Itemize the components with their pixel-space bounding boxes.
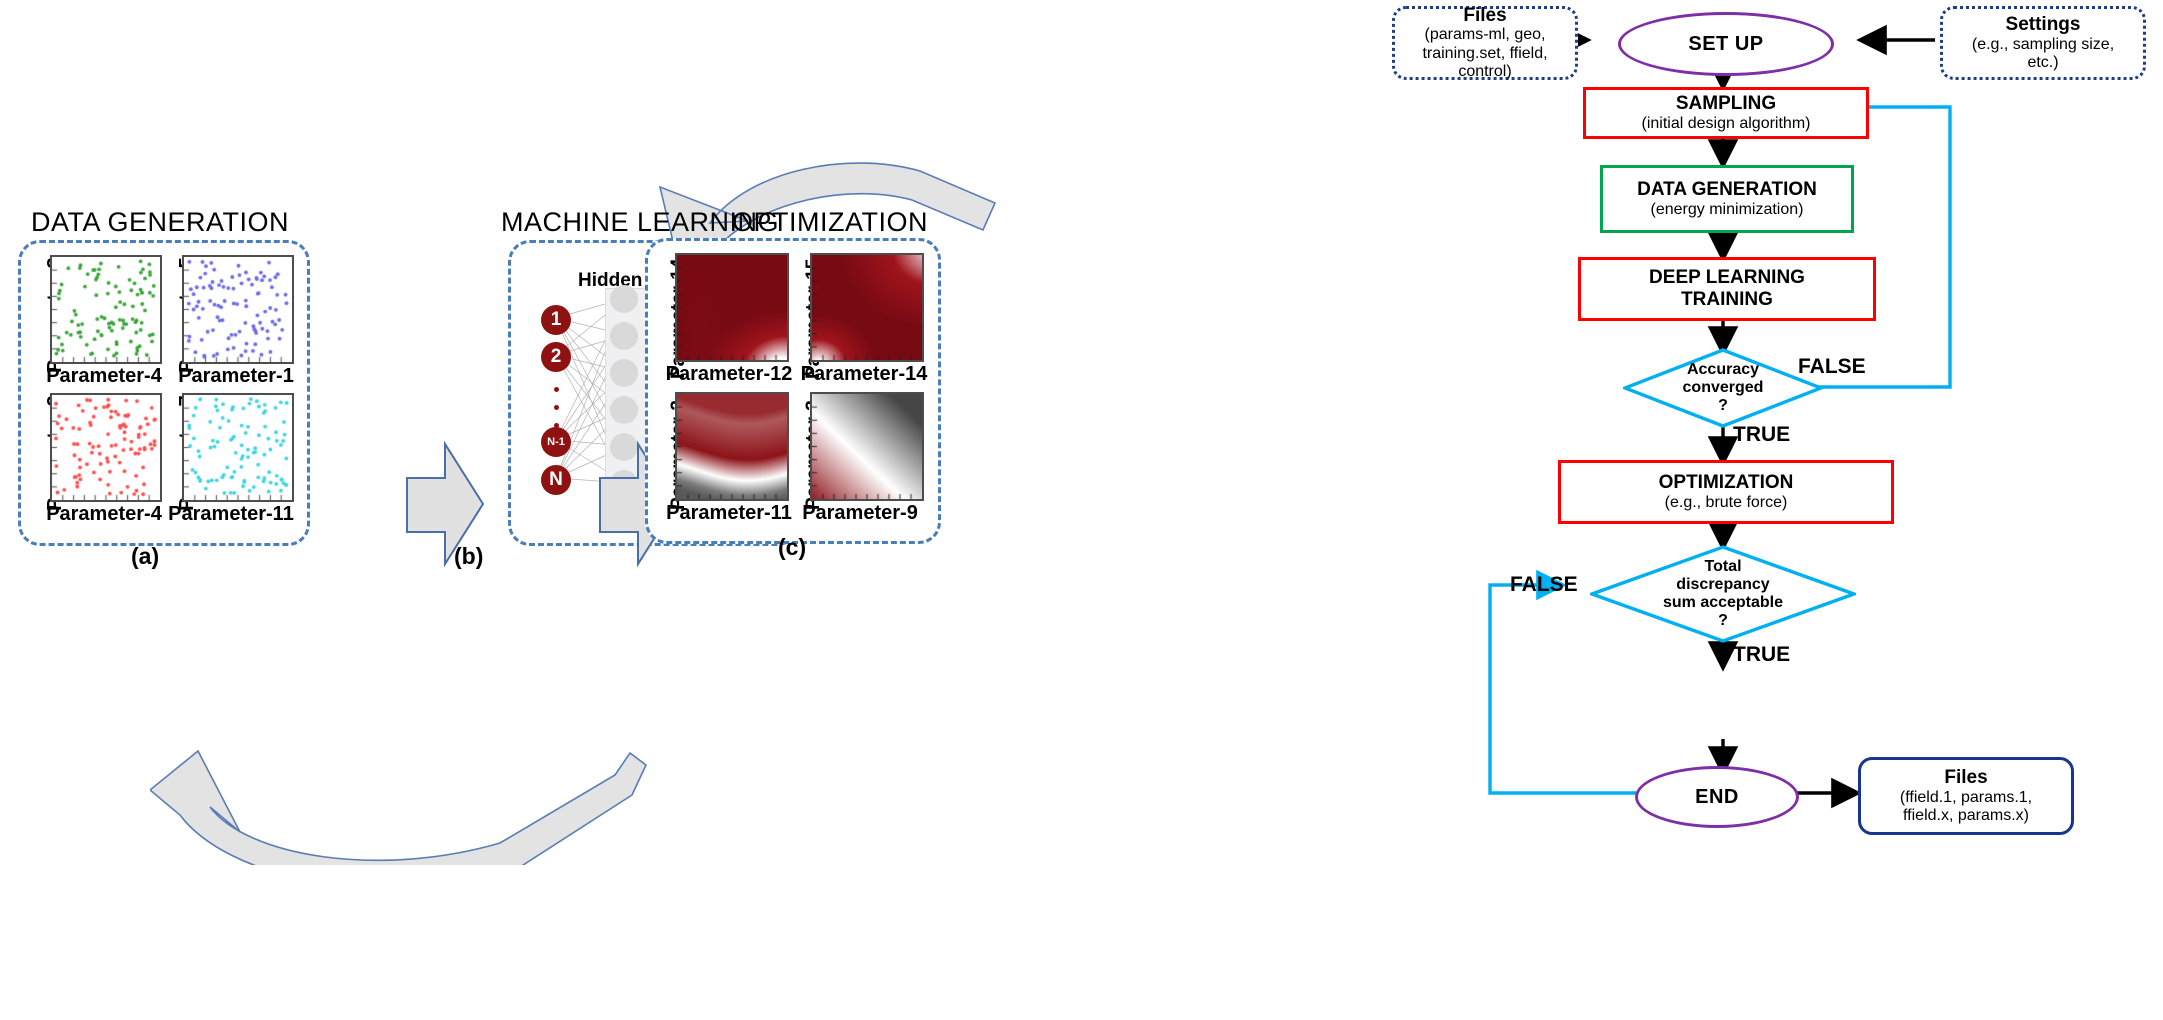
heatmap-plot-4: Parameter-3 Parameter-9 [790,392,928,527]
heatmap-plot-1-axes [675,253,789,362]
accuracy-true-label: TRUE [1733,423,1791,446]
files-input-line-3: control) [1458,63,1512,81]
end-node: END [1635,766,1799,828]
heatmap-plot-4-axes [810,392,924,501]
heatmap-plot-3-axes [675,392,789,501]
scatter-plot-2: Parameter-5 Parameter-1 [162,255,297,390]
heatmap-plot-2-xlabel: Parameter-14 [800,363,928,385]
settings-line-1: (e.g., sampling size, [1971,35,2115,53]
scatter-plot-2-axes [182,255,294,364]
deep-learning-line-2: TRAINING [1681,289,1773,310]
hidden-node [610,396,638,424]
accuracy-line-2: converged [1682,379,1764,397]
sampling-box: SAMPLING (initial design algorithm) [1583,87,1869,139]
scatter-plot-1: Parameter-3 Parameter-4 [30,255,162,390]
accuracy-converged-diamond: Accuracy converged ? [1623,348,1823,428]
input-node-1: 1 [541,305,571,335]
files-output-box: Files (ffield.1, params.1, ffield.x, par… [1858,757,2074,835]
input-node-n: N [541,465,571,495]
scatter-plot-2-xlabel: Parameter-1 [178,365,294,387]
stage-title-optimization: OPTIMIZATION [732,207,928,237]
data-generation-subtitle: (energy minimization) [1650,200,1804,218]
files-output-line-2: ffield.x, params.x) [1903,806,2029,824]
right-flowchart: Files (params-ml, geo, training.set, ffi… [1340,0,2163,1020]
cycle-arrow-bottom [150,749,647,865]
input-ellipsis-dot [554,405,559,410]
hidden-node [610,285,638,313]
accuracy-false-label: FALSE [1798,355,1866,378]
scatter-plot-1-xlabel: Parameter-4 [46,365,162,387]
discrepancy-line-4: ? [1718,611,1728,629]
accuracy-line-1: Accuracy [1686,361,1760,379]
settings-box: Settings (e.g., sampling size, etc.) [1940,6,2146,80]
input-ellipsis-dot [554,387,559,392]
files-input-box: Files (params-ml, geo, training.set, ffi… [1392,4,1578,81]
hidden-node [610,322,638,350]
optimization-subtitle: (e.g., brute force) [1664,493,1788,511]
accuracy-line-3: ? [1718,396,1728,414]
deep-learning-line-1: DEEP LEARNING [1649,267,1805,289]
deep-learning-training-box: DEEP LEARNING TRAINING [1578,257,1876,321]
total-discrepancy-diamond: Total discrepancy sum acceptable ? [1590,545,1856,643]
scatter-plot-4-axes [182,393,294,502]
heatmap-plot-2-axes [810,253,924,362]
discrepancy-line-2: discrepancy [1676,576,1770,594]
left-workflow-diagram: DATA GENERATION Parameter-3 Parameter-4 … [0,0,1340,1020]
panel-letter-c: (c) [778,534,807,560]
input-node-2: 2 [541,342,571,372]
stage-title-data-generation: DATA GENERATION [30,207,290,237]
hidden-node [610,359,638,387]
sampling-title: SAMPLING [1675,92,1777,114]
scatter-plot-1-axes [50,255,162,364]
panel-letter-b: (b) [454,543,484,569]
discrepancy-false-label: FALSE [1510,573,1578,596]
setup-node: SET UP [1618,12,1834,76]
scatter-plot-3-xlabel: Parameter-4 [46,503,162,525]
files-input-line-2: training.set, ffield, [1422,44,1548,62]
data-generation-title: DATA GENERATION [1637,178,1817,200]
heatmap-plot-1-xlabel: Parameter-12 [665,363,793,385]
scatter-plot-3-axes [50,393,162,502]
heatmap-plot-1: Parameter-14 Parameter-12 [655,253,793,388]
heatmap-plot-4-xlabel: Parameter-9 [802,502,918,524]
files-input-title: Files [1463,4,1507,26]
input-node-n-minus-1: N-1 [541,427,571,457]
optimization-title: OPTIMIZATION [1658,471,1794,493]
discrepancy-line-1: Total [1704,558,1742,576]
scatter-plot-4: Parameter-7 Parameter-11 [162,393,302,528]
optimization-box: OPTIMIZATION (e.g., brute force) [1558,460,1894,524]
sampling-subtitle: (initial design algorithm) [1641,114,1811,132]
data-generation-box: DATA GENERATION (energy minimization) [1600,165,1854,233]
heatmap-plot-2: Parameter-15 Parameter-14 [790,253,928,388]
files-input-line-1: (params-ml, geo, [1424,26,1546,44]
files-output-line-1: (ffield.1, params.1, [1899,788,2033,806]
files-output-title: Files [1944,766,1988,788]
settings-title: Settings [2005,13,2081,35]
heatmap-plot-3: Parameter-2 Parameter-11 [655,392,793,527]
discrepancy-true-label: TRUE [1733,643,1791,666]
settings-line-2: etc.) [2027,53,2059,71]
scatter-plot-3: Parameter-2 Parameter-4 [30,393,162,528]
discrepancy-line-3: sum acceptable [1662,594,1784,611]
panel-letter-a: (a) [131,543,160,569]
scatter-plot-4-xlabel: Parameter-11 [168,503,294,525]
